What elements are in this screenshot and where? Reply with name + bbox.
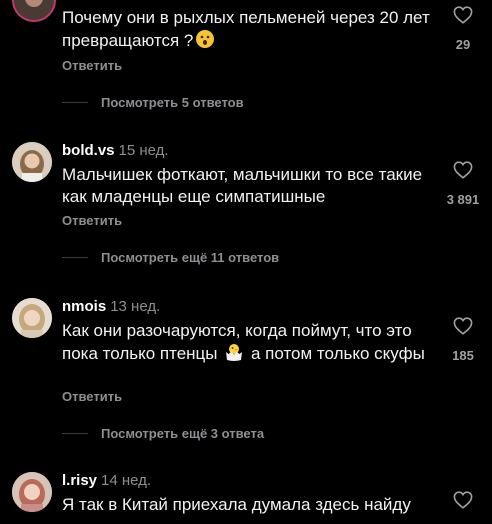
avatar[interactable] (12, 472, 52, 512)
comment-text: Как они разочаруются, когда поймут, что … (62, 321, 425, 363)
like-count: 185 (452, 348, 474, 363)
comment-meta: nmois 13 нед. (62, 298, 160, 315)
hushed-face-emoji (195, 29, 215, 49)
reply-button[interactable]: Ответить (62, 213, 122, 228)
view-replies-button[interactable]: Посмотреть ещё 3 ответа (101, 426, 264, 441)
username[interactable]: bold.vs (62, 142, 115, 159)
heart-outline-icon[interactable] (453, 317, 473, 335)
username[interactable]: nmois (62, 298, 106, 315)
replies-divider (62, 257, 88, 258)
reply-button[interactable]: Ответить (62, 389, 122, 404)
reply-button[interactable]: Ответить (62, 58, 122, 73)
replies-divider (62, 433, 88, 434)
timestamp: 13 нед. (110, 298, 161, 315)
comment-text: Мальчишек фоткают, мальчишки то все таки… (62, 165, 423, 206)
heart-outline-icon[interactable] (453, 161, 473, 179)
comment-meta: l.risy 14 нед. (62, 472, 151, 489)
hatching-chick-emoji (224, 342, 244, 362)
replies-divider (62, 102, 88, 103)
comment-text: Почему они в рыхлых пельменей через 20 л… (62, 8, 430, 50)
like-count: 3 891 (446, 192, 480, 207)
avatar[interactable] (12, 142, 52, 182)
view-replies-button[interactable]: Посмотреть 5 ответов (101, 95, 244, 110)
avatar[interactable] (12, 298, 52, 338)
comment-text: Я так в Китай приехала думала здесь найд… (62, 495, 411, 514)
view-replies-button[interactable]: Посмотреть ещё 11 ответов (101, 250, 279, 265)
timestamp: 15 нед. (118, 142, 169, 159)
timestamp: 14 нед. (101, 472, 152, 489)
comment-meta: bold.vs 15 нед. (62, 142, 169, 159)
like-count: 29 (455, 37, 471, 52)
heart-outline-icon[interactable] (453, 491, 473, 509)
heart-outline-icon[interactable] (453, 6, 473, 24)
avatar[interactable] (12, 0, 56, 22)
username[interactable]: l.risy (62, 472, 97, 489)
